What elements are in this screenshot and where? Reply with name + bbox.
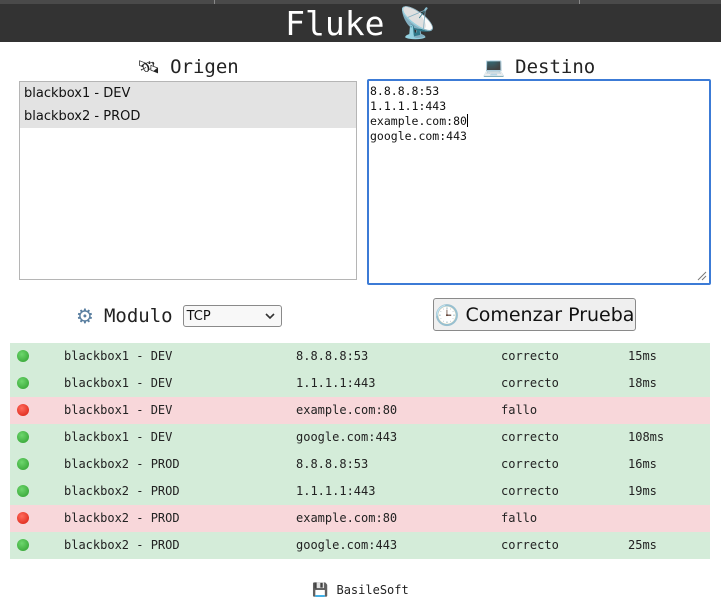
result-status: correcto (501, 430, 559, 444)
start-test-label: Comenzar Prueba (465, 303, 635, 326)
destination-line-text: example.com:80 (370, 114, 467, 128)
result-source: blackbox2 - PROD (64, 457, 180, 471)
gear-icon: ⚙ (76, 304, 94, 328)
result-source: blackbox2 - PROD (64, 538, 180, 552)
status-dot-icon (17, 350, 29, 362)
result-row: blackbox2 - PROD 8.8.8.8:53 correcto 16m… (10, 451, 710, 478)
result-row: blackbox1 - DEV 8.8.8.8:53 correcto 15ms (10, 343, 710, 370)
result-row: blackbox1 - DEV 1.1.1.1:443 correcto 18m… (10, 370, 710, 397)
destination-line: 8.8.8.8:53 (370, 84, 440, 98)
result-status: fallo (501, 511, 538, 525)
module-select[interactable]: TCP (182, 305, 282, 327)
clock-icon: 🕒 (434, 302, 460, 327)
origin-option-label: blackbox2 - PROD (24, 109, 141, 124)
result-row: blackbox2 - PROD 1.1.1.1:443 correcto 19… (10, 478, 710, 505)
resize-grip-icon[interactable] (697, 271, 707, 281)
destination-title: Destino (515, 56, 596, 78)
satellite-dish-icon: 📡 (398, 5, 436, 41)
start-test-button[interactable]: 🕒 Comenzar Prueba (433, 298, 636, 331)
result-target: google.com:443 (296, 538, 398, 552)
result-row: blackbox2 - PROD example.com:80 fallo (10, 505, 710, 532)
result-status: correcto (501, 538, 559, 552)
destination-line: example.com:80 (370, 114, 709, 129)
laptop-icon: 💻 (482, 56, 506, 78)
app-title: Fluke (285, 3, 385, 43)
result-time: 25ms (628, 538, 657, 552)
app-header: Fluke 📡 (0, 0, 721, 43)
result-source: blackbox2 - PROD (64, 484, 180, 498)
result-source: blackbox1 - DEV (64, 349, 173, 363)
result-source: blackbox2 - PROD (64, 511, 180, 525)
status-dot-icon (17, 458, 29, 470)
status-dot-icon (17, 539, 29, 551)
chevron-down-icon (265, 313, 275, 320)
origin-option[interactable]: blackbox1 - DEV (20, 82, 356, 105)
origin-multiselect[interactable]: blackbox1 - DEV blackbox2 - PROD (19, 81, 357, 280)
origin-title: Origen (170, 56, 239, 78)
result-row: blackbox2 - PROD google.com:443 correcto… (10, 532, 710, 559)
destination-line: 1.1.1.1:443 (370, 99, 447, 113)
result-status: correcto (501, 349, 559, 363)
result-time: 108ms (628, 430, 665, 444)
status-dot-icon (17, 431, 29, 443)
result-status: correcto (501, 376, 559, 390)
result-target: example.com:80 (296, 403, 398, 417)
result-target: 8.8.8.8:53 (296, 349, 369, 363)
result-target: example.com:80 (296, 511, 398, 525)
module-row: ⚙ Modulo TCP (76, 302, 282, 330)
status-dot-icon (17, 485, 29, 497)
module-label: Modulo (103, 305, 173, 327)
destination-heading: 💻 Destino (367, 54, 711, 80)
result-target: google.com:443 (296, 430, 398, 444)
destination-textarea[interactable]: 8.8.8.8:53 1.1.1.1:443 example.com:80 go… (367, 79, 711, 285)
status-dot-icon (17, 404, 29, 416)
origin-option-label: blackbox1 - DEV (24, 86, 131, 101)
result-time: 19ms (628, 484, 657, 498)
result-time: 16ms (628, 457, 657, 471)
origin-option[interactable]: blackbox2 - PROD (20, 105, 356, 128)
footer: 💾 BasileSoft (0, 580, 721, 600)
result-source: blackbox1 - DEV (64, 403, 173, 417)
result-row: blackbox1 - DEV example.com:80 fallo (10, 397, 710, 424)
result-status: fallo (501, 403, 538, 417)
result-row: blackbox1 - DEV google.com:443 correcto … (10, 424, 710, 451)
result-target: 1.1.1.1:443 (296, 376, 376, 390)
module-select-value: TCP (186, 308, 211, 324)
result-source: blackbox1 - DEV (64, 376, 173, 390)
result-target: 1.1.1.1:443 (296, 484, 376, 498)
result-time: 18ms (628, 376, 657, 390)
satellite-icon: 🛰 (137, 56, 161, 78)
results-table: blackbox1 - DEV 8.8.8.8:53 correcto 15ms… (10, 343, 710, 559)
result-source: blackbox1 - DEV (64, 430, 173, 444)
origin-heading: 🛰 Origen (19, 54, 357, 80)
status-dot-icon (17, 377, 29, 389)
text-caret (466, 114, 468, 127)
footer-label: BasileSoft (336, 583, 409, 597)
destination-line: google.com:443 (370, 129, 467, 143)
result-status: correcto (501, 457, 559, 471)
result-status: correcto (501, 484, 559, 498)
app-title-bar: Fluke 📡 (0, 3, 721, 43)
floppy-disk-icon: 💾 (312, 582, 329, 598)
status-dot-icon (17, 512, 29, 524)
result-target: 8.8.8.8:53 (296, 457, 369, 471)
result-time: 15ms (628, 349, 657, 363)
